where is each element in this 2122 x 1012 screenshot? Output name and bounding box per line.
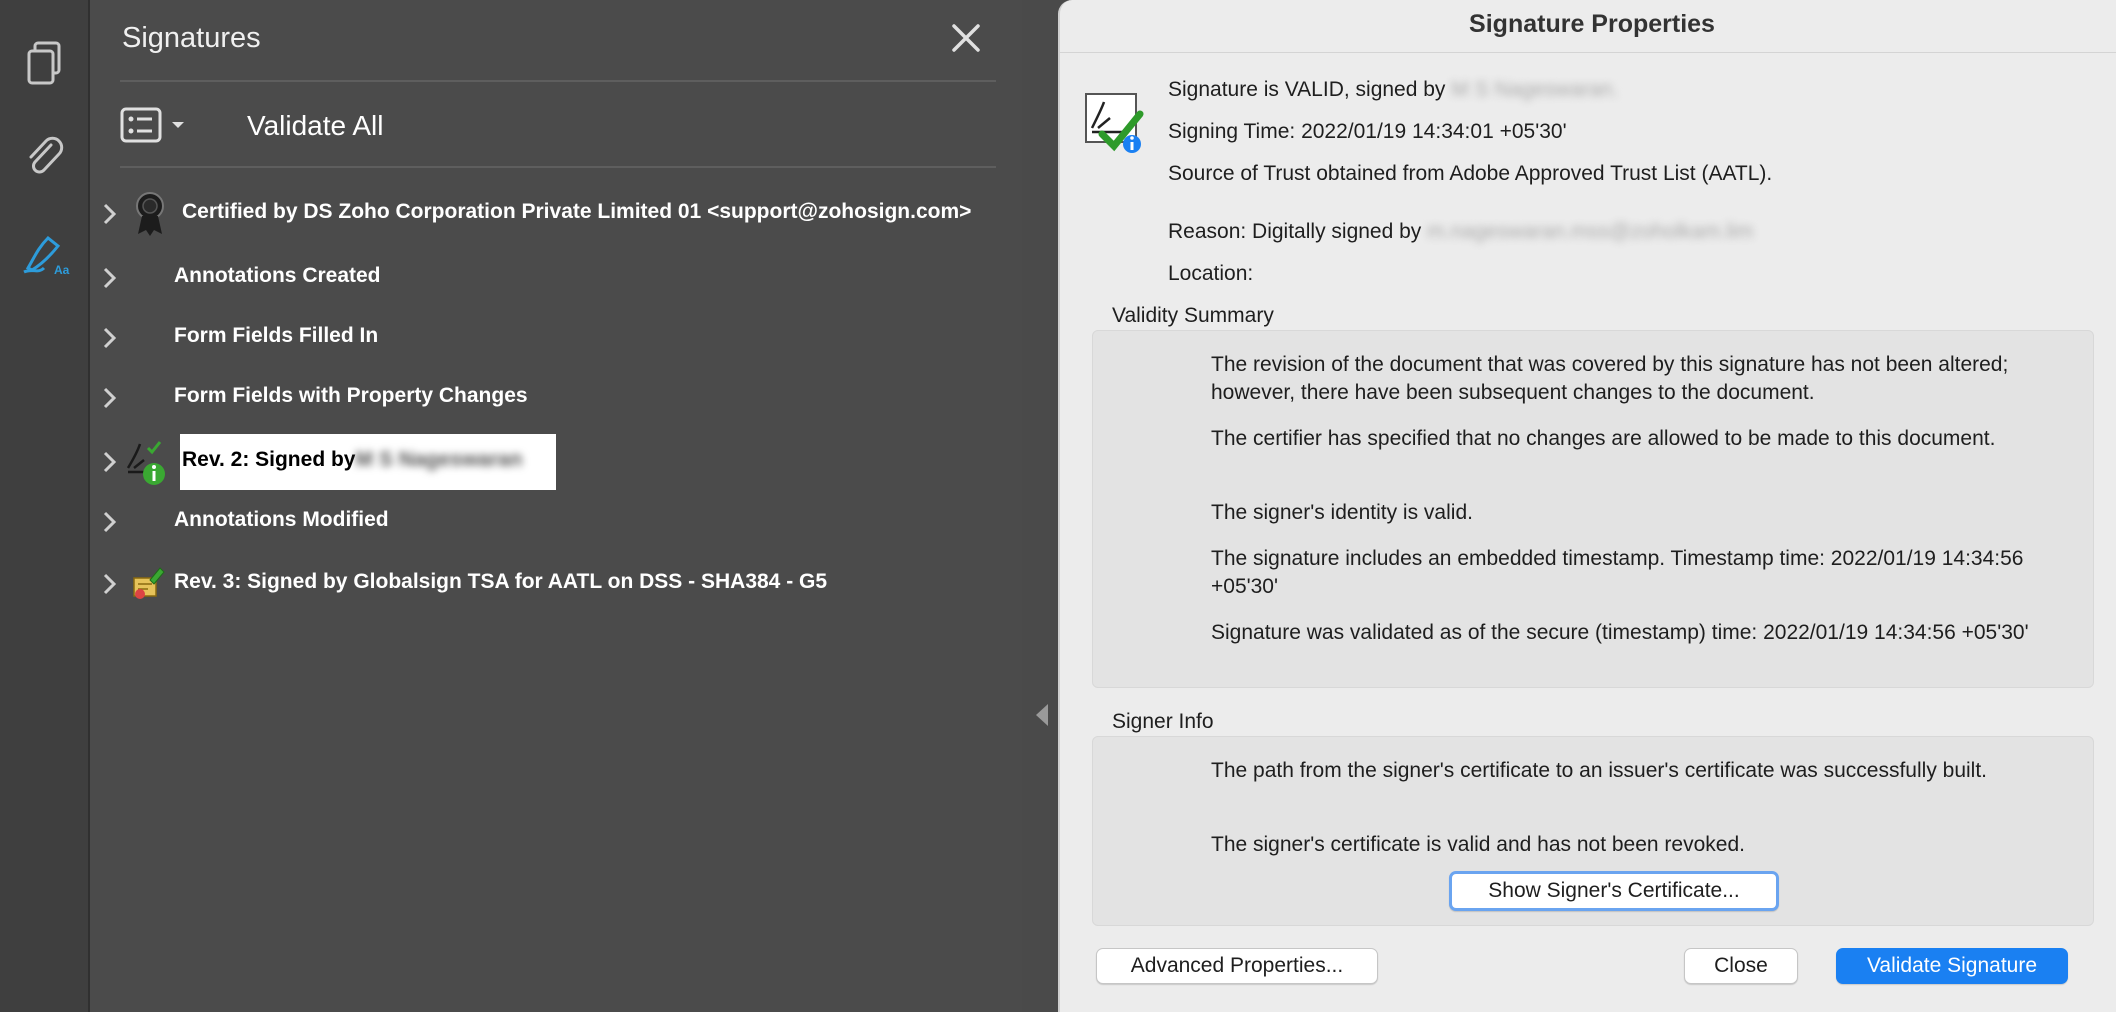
validity-paragraph: The certifier has specified that no chan… [1211, 427, 1996, 450]
tree-item-form-fields-filled[interactable]: Form Fields Filled In [90, 312, 1022, 364]
tree-item-rev2[interactable]: Rev. 2: Signed byM S Nageswaran [90, 434, 1022, 492]
tree-item-label: Form Fields Filled In [174, 324, 379, 347]
valid-signature-icon [1084, 90, 1146, 156]
advanced-properties-button[interactable]: Advanced Properties... [1096, 948, 1378, 984]
dialog-title: Signature Properties [1060, 0, 2122, 53]
signer-info-paragraph: The signer's certificate is valid and ha… [1211, 833, 1745, 856]
chevron-right-icon[interactable] [98, 570, 122, 598]
show-signers-certificate-button[interactable]: Show Signer's Certificate... [1449, 871, 1779, 911]
signature-properties-dialog: Signature Properties Signature is VALID,… [1058, 0, 2122, 1012]
pages-icon[interactable] [18, 36, 72, 90]
signer-info-paragraph: The path from the signer's certificate t… [1211, 759, 1988, 782]
validity-summary-box: The revision of the document that was co… [1092, 330, 2094, 688]
validate-all-button[interactable]: Validate All [247, 110, 383, 142]
tree-item-label: Certified by DS Zoho Corporation Private… [182, 200, 972, 223]
signature-status: Signature is VALID, signed by M S Nagesw… [1168, 78, 1618, 102]
reason-text: Reason: Digitally signed by [1168, 220, 1422, 243]
chevron-right-icon[interactable] [98, 508, 122, 536]
panel-divider [120, 166, 996, 168]
tree-item-label: Annotations Created [174, 264, 381, 287]
chevron-right-icon[interactable] [98, 264, 122, 292]
certification-ribbon-icon [128, 190, 172, 236]
tree-item-label: Rev. 2: Signed byM S Nageswaran [182, 448, 522, 472]
close-button[interactable]: Close [1684, 948, 1798, 984]
tree-item-form-fields-property-changes[interactable]: Form Fields with Property Changes [90, 372, 1022, 424]
validity-paragraph: Signature was validated as of the secure… [1211, 621, 2029, 644]
chevron-right-icon[interactable] [98, 200, 122, 228]
validity-paragraph: The signature includes an embedded times… [1211, 547, 2024, 598]
redacted-email: m.nageswaran.mss@zoholkam.lim [1427, 220, 1754, 243]
chevron-right-icon[interactable] [98, 324, 122, 352]
validity-summary-heading: Validity Summary [1112, 304, 1274, 327]
tree-item-annotations-modified[interactable]: Annotations Modified [90, 496, 1022, 548]
reason: Reason: Digitally signed by m.nageswaran… [1168, 220, 1753, 244]
timestamp-signature-icon [130, 564, 174, 608]
signature-tool-icon[interactable]: Aa [18, 226, 72, 280]
panel-divider [120, 80, 996, 82]
signatures-panel: Signatures Validate All Certified by DS … [90, 0, 1048, 1012]
signature-status-text: Signature is VALID, signed by [1168, 78, 1446, 101]
signature-info-icon [124, 438, 168, 485]
validate-signature-button[interactable]: Validate Signature [1836, 948, 2068, 984]
tree-item-rev3[interactable]: Rev. 3: Signed by Globalsign TSA for AAT… [90, 558, 1022, 610]
left-toolbar: Aa [0, 0, 90, 1012]
background-window-edge [2116, 0, 2122, 1012]
redacted-signer-name: M S Nageswaran [355, 448, 523, 471]
tree-item-certified[interactable]: Certified by DS Zoho Corporation Private… [90, 188, 1022, 240]
validity-paragraph: The signer's identity is valid. [1211, 501, 1473, 524]
attachments-icon[interactable] [18, 130, 72, 184]
redacted-signer-name: M S Nageswaran. [1451, 78, 1619, 101]
location: Location: [1168, 262, 1254, 285]
validity-paragraph: The revision of the document that was co… [1211, 353, 2009, 404]
chevron-right-icon[interactable] [98, 384, 122, 412]
signer-info-heading: Signer Info [1112, 710, 1214, 733]
validate-row: Validate All [120, 100, 620, 150]
collapse-panel-handle[interactable] [1032, 700, 1052, 730]
rev2-label-text: Rev. 2: Signed by [182, 448, 356, 471]
signing-time: Signing Time: 2022/01/19 14:34:01 +05'30… [1168, 120, 1567, 143]
svg-text:Aa: Aa [54, 263, 70, 277]
close-panel-icon[interactable] [946, 18, 986, 58]
tree-item-label: Rev. 3: Signed by Globalsign TSA for AAT… [174, 570, 828, 593]
signer-info-box: The path from the signer's certificate t… [1092, 736, 2094, 926]
options-dropdown[interactable] [120, 106, 190, 144]
source-of-trust: Source of Trust obtained from Adobe Appr… [1168, 162, 1773, 185]
tree-item-label: Annotations Modified [174, 508, 389, 531]
chevron-right-icon[interactable] [98, 448, 122, 476]
panel-title: Signatures [122, 22, 261, 54]
tree-item-label: Form Fields with Property Changes [174, 384, 528, 407]
tree-item-annotations-created[interactable]: Annotations Created [90, 252, 1022, 304]
